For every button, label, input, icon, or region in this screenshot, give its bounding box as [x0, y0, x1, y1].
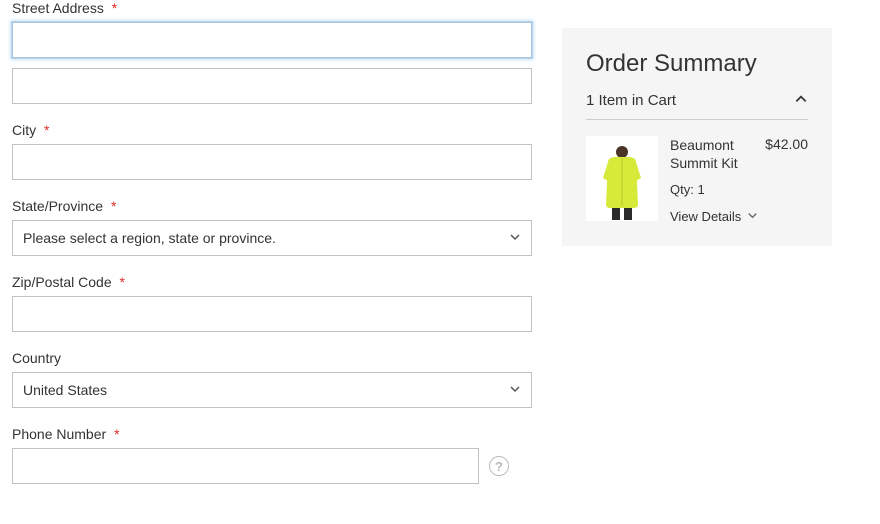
required-marker: * — [112, 0, 117, 16]
chevron-down-icon — [747, 209, 758, 224]
state-label: State/Province * — [12, 198, 532, 214]
required-marker: * — [120, 274, 125, 290]
country-label: Country — [12, 350, 532, 366]
zip-label: Zip/Postal Code * — [12, 274, 532, 290]
order-summary-title: Order Summary — [586, 50, 808, 78]
view-details-toggle[interactable]: View Details — [670, 209, 808, 224]
required-marker: * — [114, 426, 119, 442]
order-summary: Order Summary 1 Item in Cart — [562, 28, 832, 246]
street-address-input-1[interactable] — [12, 22, 532, 58]
item-price: $42.00 — [765, 136, 808, 172]
phone-label: Phone Number * — [12, 426, 532, 442]
product-thumbnail — [586, 136, 658, 221]
phone-input[interactable] — [12, 448, 479, 484]
cart-count-text: 1 Item in Cart — [586, 92, 676, 109]
state-select[interactable]: Please select a region, state or provinc… — [12, 220, 532, 256]
item-name: Beaumont Summit Kit — [670, 136, 757, 172]
help-icon[interactable]: ? — [489, 456, 509, 476]
chevron-down-icon — [509, 382, 521, 398]
required-marker: * — [111, 198, 116, 214]
chevron-up-icon — [794, 92, 808, 109]
country-select[interactable]: United States — [12, 372, 532, 408]
item-qty: Qty: 1 — [670, 182, 808, 197]
street-address-input-2[interactable] — [12, 68, 532, 104]
zip-input[interactable] — [12, 296, 532, 332]
cart-toggle[interactable]: 1 Item in Cart — [586, 92, 808, 120]
chevron-down-icon — [509, 230, 521, 246]
street-address-label: Street Address * — [12, 0, 532, 16]
city-label: City * — [12, 122, 532, 138]
cart-item: Beaumont Summit Kit $42.00 Qty: 1 View D… — [586, 136, 808, 224]
required-marker: * — [44, 122, 49, 138]
city-input[interactable] — [12, 144, 532, 180]
